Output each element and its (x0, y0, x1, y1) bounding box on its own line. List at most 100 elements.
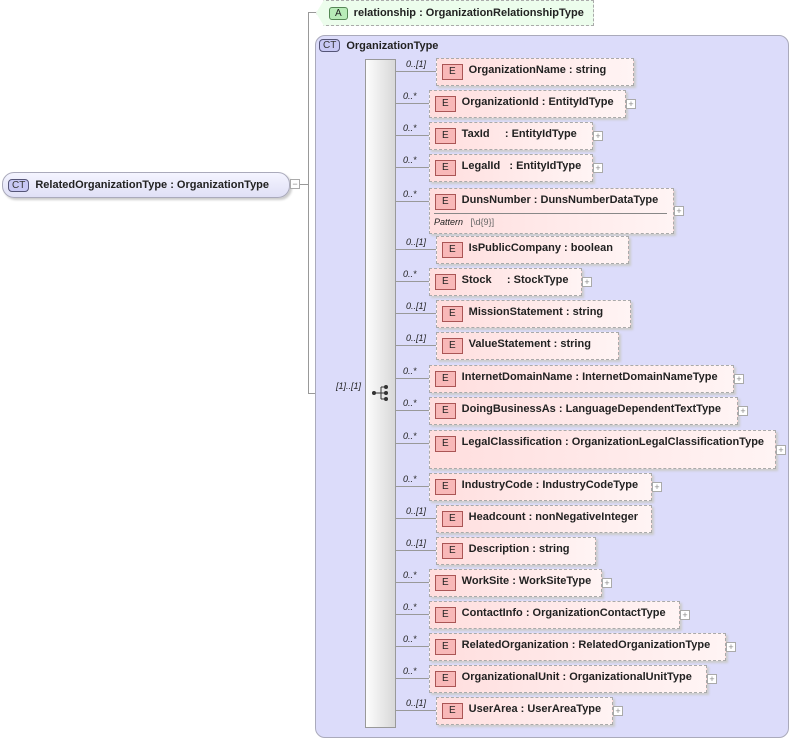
connector-line (395, 249, 436, 250)
attribute-relationship[interactable]: A relationship : OrganizationRelationshi… (316, 0, 594, 26)
element-multiplicity: 0..[1] (406, 333, 427, 343)
element-node[interactable]: E ContactInfo : OrganizationContactType (429, 601, 680, 629)
element-label: LegalId : EntityIdType (461, 160, 582, 172)
element-badge: E (435, 160, 456, 176)
expand-toggle[interactable]: + (593, 163, 603, 173)
connector-line (395, 201, 429, 202)
expand-toggle[interactable]: + (626, 99, 636, 109)
element-badge: E (435, 403, 456, 419)
expand-toggle[interactable]: + (707, 674, 717, 684)
element-multiplicity: 0..* (403, 155, 417, 165)
root-complex-type-node[interactable]: CT RelatedOrganizationType : Organizatio… (2, 172, 290, 198)
element-multiplicity: 0..[1] (406, 301, 427, 311)
connector-line (395, 410, 429, 411)
expand-toggle[interactable]: + (734, 374, 744, 384)
sequence-multiplicity: [1]..[1] (336, 381, 362, 391)
element-label: TaxId : EntityIdType (461, 128, 577, 140)
element-badge: E (442, 338, 463, 354)
sequence-icon (372, 385, 388, 401)
element-multiplicity: 0..* (403, 91, 417, 101)
facet-label: Pattern (434, 217, 464, 227)
element-badge: E (442, 242, 463, 258)
element-multiplicity: 0..[1] (406, 698, 427, 708)
collapse-toggle[interactable]: − (290, 179, 300, 189)
element-node[interactable]: E IndustryCode : IndustryCodeType (429, 473, 652, 501)
element-label: Headcount : nonNegativeInteger (468, 511, 638, 523)
element-node[interactable]: E OrganizationName : string (436, 58, 634, 86)
connector-line (395, 614, 429, 615)
element-label: ContactInfo : OrganizationContactType (461, 607, 666, 619)
element-label: WorkSite : WorkSiteType (461, 575, 592, 587)
element-multiplicity: 0..* (403, 366, 417, 376)
element-node[interactable]: E Description : string (436, 537, 596, 565)
complex-type-badge: CT (8, 178, 30, 192)
element-badge: E (435, 607, 456, 623)
connector-line (395, 313, 436, 314)
element-node[interactable]: E Headcount : nonNegativeInteger (436, 505, 652, 533)
element-label: RelatedOrganization : RelatedOrganizatio… (461, 639, 711, 651)
expand-toggle[interactable]: + (680, 610, 690, 620)
element-badge: E (442, 543, 463, 559)
element-node[interactable]: E InternetDomainName : InternetDomainName… (429, 365, 734, 393)
element-multiplicity: 0..[1] (406, 538, 427, 548)
expand-toggle[interactable]: + (613, 706, 623, 716)
element-multiplicity: 0..* (403, 269, 417, 279)
connector-line (395, 518, 436, 519)
expand-toggle[interactable]: + (726, 642, 736, 652)
element-node[interactable]: E RelatedOrganization : RelatedOrganizati… (429, 633, 726, 661)
element-node[interactable]: E WorkSite : WorkSiteType (429, 569, 602, 597)
element-multiplicity: 0..[1] (406, 506, 427, 516)
element-multiplicity: 0..* (403, 634, 417, 644)
element-badge: E (435, 128, 456, 144)
element-label: InternetDomainName : InternetDomainNameT… (461, 371, 718, 383)
expand-toggle[interactable]: + (593, 131, 603, 141)
element-node[interactable]: E MissionStatement : string (436, 300, 631, 328)
complex-type-badge: CT (319, 39, 341, 52)
expand-toggle[interactable]: + (674, 206, 684, 216)
element-multiplicity: 0..[1] (406, 59, 427, 69)
connector-line (395, 550, 436, 551)
element-label: UserArea : UserAreaType (468, 703, 602, 715)
element-node[interactable]: E DoingBusinessAs : LanguageDependentText… (429, 397, 738, 425)
connector-line (395, 378, 429, 379)
element-node[interactable]: E TaxId : EntityIdType (429, 122, 593, 150)
element-badge: E (435, 436, 456, 452)
expand-toggle[interactable]: + (582, 277, 592, 287)
element-label: IsPublicCompany : boolean (468, 242, 613, 254)
attribute-label: relationship : OrganizationRelationshipT… (353, 7, 584, 19)
element-multiplicity: 0..* (403, 431, 417, 441)
element-node[interactable]: E IsPublicCompany : boolean (436, 236, 629, 264)
element-node[interactable]: E ValueStatement : string (436, 332, 619, 360)
connector-line (395, 167, 429, 168)
connector-line (395, 678, 429, 679)
element-badge: E (435, 479, 456, 495)
element-badge: E (435, 96, 456, 112)
expand-toggle[interactable]: + (776, 444, 786, 455)
element-node[interactable]: E UserArea : UserAreaType (436, 697, 613, 725)
expand-toggle[interactable]: + (602, 578, 612, 588)
pattern-facet: Pattern [\d{9}] (434, 213, 667, 227)
connector-line (395, 443, 429, 444)
connector-line (395, 103, 429, 104)
element-badge: E (435, 371, 456, 387)
element-node[interactable]: E LegalId : EntityIdType (429, 154, 593, 182)
complex-type-title: CT OrganizationType (319, 39, 438, 52)
element-node[interactable]: E DunsNumber : DunsNumberDataType Pattern … (429, 188, 674, 234)
element-label: DunsNumber : DunsNumberDataType (461, 194, 659, 206)
expand-toggle[interactable]: + (738, 406, 748, 416)
element-badge: E (442, 511, 463, 527)
element-node[interactable]: E Stock : StockType (429, 268, 582, 296)
element-multiplicity: 0..[1] (406, 237, 427, 247)
element-badge: E (435, 639, 456, 655)
element-node[interactable]: E OrganizationId : EntityIdType (429, 90, 626, 118)
element-badge: E (435, 671, 456, 687)
element-multiplicity: 0..* (403, 570, 417, 580)
facet-value: [\d{9}] (470, 217, 495, 227)
expand-toggle[interactable]: + (652, 482, 662, 492)
connector-line (395, 582, 429, 583)
connector-line (395, 646, 429, 647)
element-label: ValueStatement : string (468, 338, 591, 350)
element-node[interactable]: E LegalClassification : OrganizationLegal… (429, 430, 776, 469)
element-badge: E (442, 306, 463, 322)
element-node[interactable]: E OrganizationalUnit : OrganizationalUnit… (429, 665, 707, 693)
